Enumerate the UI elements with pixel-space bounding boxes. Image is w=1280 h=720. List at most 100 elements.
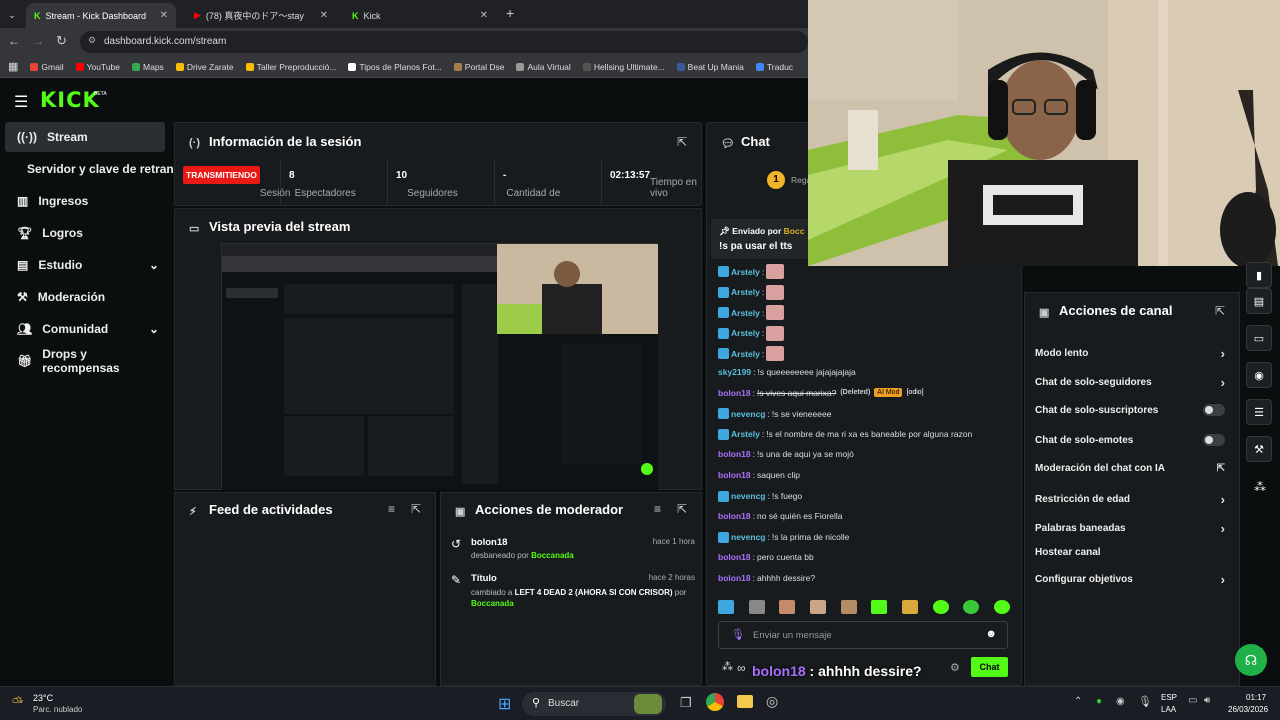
wrench-icon[interactable]: ⚒ xyxy=(1246,436,1272,462)
emote-icon[interactable] xyxy=(963,600,980,614)
chat-username[interactable]: Arstely xyxy=(731,328,760,338)
taskbar-search[interactable]: ⚲ Buscar xyxy=(522,692,666,716)
clock-date[interactable]: 26/03/2026 xyxy=(1228,705,1268,714)
windows-start-icon[interactable]: ⊞ xyxy=(498,694,511,714)
emote-icon[interactable] xyxy=(932,600,949,614)
emote-icon[interactable] xyxy=(779,600,796,614)
obs-icon[interactable]: ◎ xyxy=(766,693,778,710)
chat-username[interactable]: bolon18 xyxy=(718,573,751,583)
doc-icon[interactable]: ▤ xyxy=(1246,288,1272,314)
chat-username[interactable]: Arstely xyxy=(731,287,760,297)
network-icon[interactable]: ▭ xyxy=(1188,695,1197,706)
sidebar-item-drops[interactable]: 🎁︎ Drops y recompensas xyxy=(5,346,165,376)
chat-username[interactable]: sky2199 xyxy=(718,367,751,377)
bookmark-tipos[interactable]: Tipos de Planos Fot... xyxy=(348,62,442,72)
sidebar-item-stream[interactable]: ((·)) Stream xyxy=(5,122,165,152)
popout-icon[interactable]: ⇱ xyxy=(1215,304,1225,318)
hamburger-menu-icon[interactable]: ☰ xyxy=(14,92,28,112)
stack-icon[interactable]: ☰ xyxy=(1246,399,1272,425)
filter-icon[interactable]: ≡ xyxy=(388,502,395,516)
bookmark-gmail[interactable]: Gmail xyxy=(30,62,64,72)
mod-action-by[interactable]: Boccanada xyxy=(471,599,514,608)
emote-icon[interactable] xyxy=(871,600,888,614)
close-tab-icon[interactable]: ✕ xyxy=(160,10,168,21)
sidebar-item-logros[interactable]: 🏆︎ Logros xyxy=(5,218,165,248)
stream-preview-video[interactable] xyxy=(221,243,658,490)
task-view-icon[interactable]: ❐ xyxy=(680,695,692,711)
weather-temp[interactable]: 23°C xyxy=(33,693,53,703)
mod-action-by[interactable]: Boccanada xyxy=(531,551,574,560)
chat-username[interactable]: Arstely xyxy=(731,267,760,277)
leaderboard-rank-badge[interactable]: 1 xyxy=(767,171,785,189)
sidebar-item-server-key[interactable]: Servidor y clave de retransn xyxy=(5,154,173,184)
file-explorer-icon[interactable] xyxy=(737,695,753,708)
channel-action-modo-lento[interactable]: Modo lento › xyxy=(1035,346,1225,361)
bookmark-youtube[interactable]: YouTube xyxy=(75,62,120,72)
emote-icon[interactable] xyxy=(901,600,918,614)
reload-icon[interactable]: ↻ xyxy=(56,33,67,49)
chat-emote[interactable] xyxy=(766,284,785,300)
mod-action-user[interactable]: bolon18 xyxy=(471,537,507,548)
chat-username[interactable]: Arstely xyxy=(731,308,760,318)
chat-username[interactable]: nevencg xyxy=(731,409,766,419)
popout-icon[interactable]: ⇱ xyxy=(677,502,687,516)
chat-username[interactable]: nevencg xyxy=(731,491,766,501)
support-headset-icon[interactable]: ☊ xyxy=(1235,644,1267,676)
back-arrow-icon[interactable]: ← xyxy=(8,34,20,48)
sidebar-item-estudio[interactable]: ▤ Estudio ⌄ xyxy=(5,250,165,280)
channel-action-configurar-objetivos[interactable]: Configurar objetivos › xyxy=(1035,572,1225,587)
toggle-switch[interactable] xyxy=(1203,434,1225,446)
close-tab-icon[interactable]: ✕ xyxy=(480,10,488,21)
steam-icon[interactable]: ◉ xyxy=(1116,696,1125,707)
tab-search-button[interactable]: ⌄ xyxy=(0,3,24,28)
emote-icon[interactable] xyxy=(748,600,765,614)
toggle-switch[interactable] xyxy=(1203,404,1225,416)
emote-icon[interactable] xyxy=(809,600,826,614)
channel-action-hostear-canal[interactable]: Hostear canal xyxy=(1035,547,1225,558)
send-chat-button[interactable]: Chat xyxy=(971,657,1008,677)
chat-emote[interactable] xyxy=(766,346,785,362)
channel-action-moderaci-n-del-chat-con-ia[interactable]: Moderación del chat con IA ⇱ xyxy=(1035,463,1225,474)
tab-kick[interactable]: K Kick ✕ xyxy=(344,3,496,28)
chat-emote[interactable] xyxy=(766,264,785,279)
popout-icon[interactable]: ⇱ xyxy=(677,135,687,149)
weather-desc[interactable]: Parc. nublado xyxy=(33,705,82,714)
bookmark-portal[interactable]: Portal Dse xyxy=(453,62,504,72)
close-tab-icon[interactable]: ✕ xyxy=(320,10,328,21)
microphone-icon[interactable]: 🎙︎ xyxy=(1138,695,1152,708)
chat-username[interactable]: bolon18 xyxy=(718,552,751,562)
clock-time[interactable]: 01:17 xyxy=(1246,693,1266,702)
chat-emote[interactable] xyxy=(766,305,785,321)
bookmark-maps[interactable]: Maps xyxy=(132,62,164,72)
new-tab-button[interactable]: + xyxy=(506,5,514,21)
chat-emote[interactable] xyxy=(766,325,785,341)
chat-settings-dots-icon[interactable]: ⁂ xyxy=(722,660,733,673)
bookmark-hellsing[interactable]: Hellsing Ultimate... xyxy=(582,62,665,72)
emoji-icon[interactable]: ☻ xyxy=(985,628,997,640)
filter-icon[interactable]: ≡ xyxy=(654,502,661,516)
sidebar-item-ingresos[interactable]: ▥ Ingresos xyxy=(5,186,165,216)
bookmark-aula[interactable]: Aula Virtual xyxy=(516,62,571,72)
chevron-up-icon[interactable]: ⌃ xyxy=(1074,696,1082,707)
popout-icon[interactable]: ⇱ xyxy=(411,502,421,516)
chat-username[interactable]: nevencg xyxy=(731,532,766,542)
chat-username[interactable]: bolon18 xyxy=(718,470,751,480)
channel-action-chat-de-solo-emotes[interactable]: Chat de solo-emotes xyxy=(1035,434,1225,446)
sidebar-item-comunidad[interactable]: 👥︎ Comunidad ⌄ xyxy=(5,314,165,344)
channel-action-palabras-baneadas[interactable]: Palabras baneadas › xyxy=(1035,521,1225,536)
site-info-icon[interactable]: ⚙ xyxy=(88,35,96,46)
emote-icon[interactable] xyxy=(993,600,1010,614)
bookmark-drive[interactable]: Drive Zarate xyxy=(175,62,234,72)
bookmark-beatup[interactable]: Beat Up Mania xyxy=(676,62,744,72)
language-indicator[interactable]: ESP xyxy=(1161,693,1177,702)
tab-youtube[interactable]: ▶ (78) 真夜中のドア～stay with ✕ xyxy=(186,3,336,28)
sidebar-item-moderacion[interactable]: ⚒ Moderación xyxy=(5,282,165,312)
volume-icon[interactable]: 🔊︎ xyxy=(1204,695,1210,706)
tray-app-icon[interactable]: ● xyxy=(1096,696,1102,707)
microphone-icon[interactable]: 🎙︎ xyxy=(731,628,745,641)
keyboard-layout[interactable]: LAA xyxy=(1161,705,1176,714)
share-icon[interactable]: ⁂ xyxy=(1254,480,1266,494)
right-tool-button[interactable]: ▮ xyxy=(1246,262,1272,288)
chat-username[interactable]: bolon18 xyxy=(718,449,751,459)
url-input[interactable]: dashboard.kick.com/stream xyxy=(80,31,808,53)
